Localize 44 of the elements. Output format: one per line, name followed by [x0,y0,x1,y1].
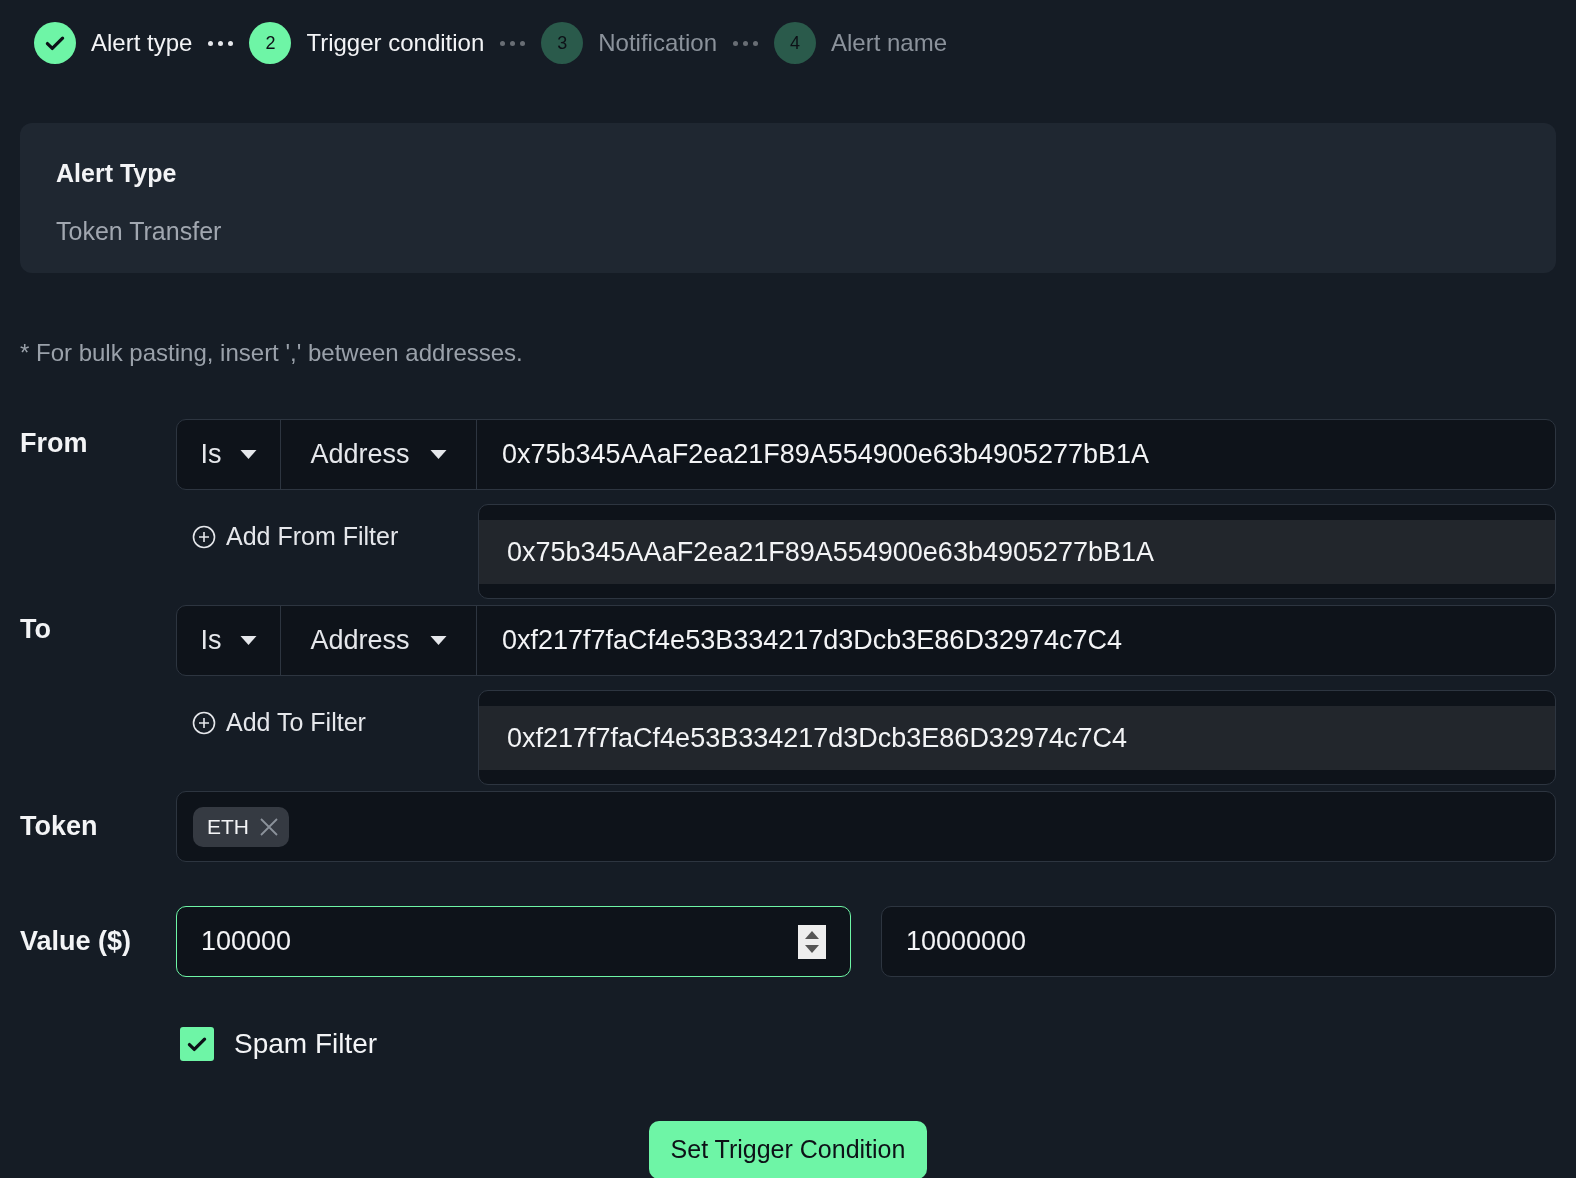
step-label: Trigger condition [306,28,485,58]
type-dropdown[interactable]: Address [281,606,477,675]
step-label: Alert type [91,28,193,58]
spinner-arrows-icon[interactable] [798,924,826,959]
field-label: Token [20,810,99,844]
bulk-paste-note: * For bulk pasting, insert ',' between addresses. [20,338,524,368]
field-label: To [20,613,52,646]
value-input[interactable]: 10000000 [881,906,1556,977]
step-separator-icon [208,40,234,46]
step-number: 2 [249,22,292,64]
caret-icon [239,449,257,460]
token-tag: ETH [193,806,289,847]
address-input[interactable]: 0xf217f7faCf4e53B334217d3Dcb3E86D32974c7C4 [477,606,1555,675]
input-value: 10000000 [906,925,1028,959]
checkbox-label: Spam Filter [234,1027,378,1061]
spam-filter-checkbox[interactable] [180,1027,214,1061]
card-value: Token Transfer [56,215,223,247]
type-dropdown[interactable]: Address [281,420,477,489]
field-label: Value ($) [20,925,133,959]
step-label: Alert name [831,28,948,58]
address-suggestion[interactable]: 0x75b345AAaF2ea21F89A554900e63b4905277bB1A [479,520,1555,584]
add-filter-link[interactable]: Add From Filter [176,504,478,556]
plus-circle-icon [192,524,216,549]
close-icon[interactable] [259,816,279,837]
field-label: From [20,427,89,460]
card-title: Alert Type [56,158,178,189]
set-trigger-condition-button[interactable]: Set Trigger Condition [648,1121,928,1178]
step-number: 3 [541,22,584,64]
address-suggestion[interactable]: 0xf217f7faCf4e53B334217d3Dcb3E86D32974c7C4 [479,706,1555,770]
caret-icon [429,635,447,646]
caret-icon [239,635,257,646]
step-separator-icon [500,40,526,46]
step-separator-icon [733,40,758,46]
token-select[interactable]: ETH [176,791,1556,862]
step-number: 4 [774,22,816,64]
operator-dropdown[interactable]: Is [177,606,281,675]
operator-dropdown[interactable]: Is [177,420,281,489]
input-value: 100000 [201,925,293,959]
caret-icon [429,449,447,460]
add-filter-link[interactable]: Add To Filter [176,690,478,742]
address-input[interactable]: 0x75b345AAaF2ea21F89A554900e63b4905277bB1A [477,420,1555,489]
value-input[interactable]: 100000 [176,906,851,977]
step-label: Notification [598,28,717,58]
plus-circle-icon [192,710,216,735]
